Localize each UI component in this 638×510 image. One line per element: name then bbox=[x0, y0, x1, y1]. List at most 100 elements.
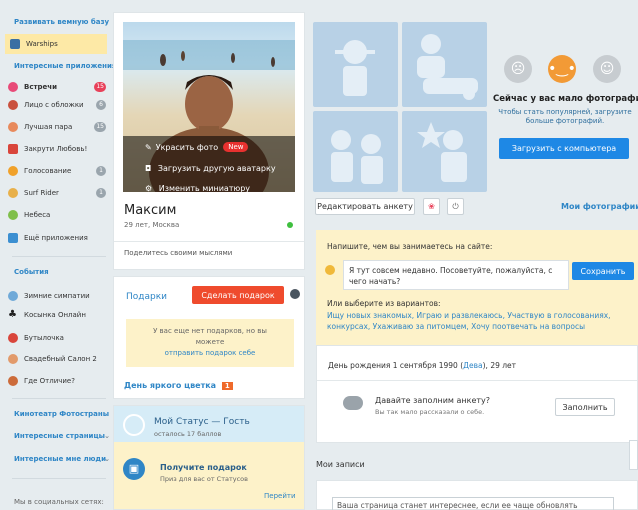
neutral-face-icon: •‿• bbox=[548, 55, 576, 83]
upload-avatar-button[interactable]: ◘ Загрузить другую аватарку bbox=[145, 164, 276, 173]
post-input[interactable]: Ваша страница станет интереснее, если ее… bbox=[332, 497, 614, 510]
sidebar-item-bottle[interactable]: Бутылочка bbox=[8, 329, 108, 347]
link-label: Интересные мне люди bbox=[14, 455, 106, 463]
few-photos-title: Сейчас у вас мало фотографий. bbox=[493, 94, 638, 104]
angel-icon bbox=[8, 210, 18, 220]
send-gift-self-link[interactable]: отправить подарок себе bbox=[126, 348, 294, 359]
gifts-title[interactable]: Подарки bbox=[126, 292, 167, 302]
sidebar-item-heavens[interactable]: Небеса bbox=[8, 206, 108, 224]
brush-icon: ✎ bbox=[145, 142, 152, 152]
status-card: Мой Статус — Гость осталось 17 баллов ▣ … bbox=[113, 405, 305, 510]
no-gifts-text: можете bbox=[195, 338, 225, 346]
left-sidebar: Развивать вемную базу Warships Интересны… bbox=[0, 0, 116, 510]
sidebar-item-more-apps[interactable]: Ещё приложения bbox=[8, 229, 108, 247]
camera-icon: ◘ bbox=[145, 164, 152, 173]
theatre-link[interactable]: Кинотеатр Фотостраны bbox=[14, 410, 109, 418]
no-gifts-text: У вас еще нет подарков, но вы bbox=[153, 327, 267, 335]
status-ring-icon bbox=[123, 414, 145, 436]
sidebar-item-label: Зимние симпатии bbox=[24, 292, 90, 300]
share-thoughts-input[interactable]: Поделитесь своими мыслями bbox=[124, 249, 232, 257]
events-section-title[interactable]: События bbox=[14, 268, 49, 276]
gift-box-icon: ▣ bbox=[123, 458, 145, 480]
activity-options-line[interactable]: конкурсах, Ухаживаю за питомцем, Хочу по… bbox=[327, 322, 585, 331]
sidebar-item-label: Лучшая пара bbox=[24, 123, 73, 131]
sidebar-item-label: Лицо с обложки bbox=[24, 101, 84, 109]
bottle-icon bbox=[8, 144, 18, 154]
sidebar-item-best-pair[interactable]: Лучшая пара 15 bbox=[8, 118, 108, 136]
surf-icon bbox=[8, 188, 18, 198]
count-badge: 15 bbox=[94, 82, 106, 92]
scrollbar[interactable] bbox=[629, 440, 638, 470]
activity-input[interactable]: Я тут совсем недавно. Посоветуйте, пожал… bbox=[343, 260, 569, 290]
happy-face-icon: ☺ bbox=[593, 55, 621, 83]
fill-profile-sub: Вы так мало рассказали о себе. bbox=[375, 408, 485, 416]
flower-day-link[interactable]: День яркого цветка 1 bbox=[124, 381, 233, 390]
comment-icon bbox=[343, 396, 363, 410]
sidebar-divider bbox=[12, 398, 106, 399]
flower-day-label: День яркого цветка bbox=[124, 381, 217, 390]
status-points: осталось 17 баллов bbox=[154, 430, 222, 438]
sidebar-item-warships[interactable]: Warships bbox=[5, 34, 107, 54]
sidebar-item-cover-face[interactable]: Лицо с обложки 6 bbox=[8, 96, 108, 114]
zodiac-link[interactable]: Дева bbox=[463, 361, 483, 370]
face-icon bbox=[8, 100, 18, 110]
few-photos-sub: Чтобы стать популярней, загрузите больше… bbox=[493, 108, 637, 126]
change-thumb-label: Изменить миниатюру bbox=[158, 184, 251, 192]
question-prompt: Напишите, чем вы занимаетесь на сайте: bbox=[327, 242, 493, 251]
apps-section-title[interactable]: Интересные приложения bbox=[14, 62, 116, 70]
or-choose-label: Или выберите из вариантов: bbox=[327, 299, 441, 308]
sidebar-item-voting[interactable]: Голосование 1 bbox=[8, 162, 108, 180]
sidebar-item-label: Косынка Онлайн bbox=[24, 311, 86, 319]
get-gift-title[interactable]: Получите подарок bbox=[160, 463, 247, 472]
social-networks-label: Мы в социальных сетях: bbox=[14, 498, 104, 506]
bottle-icon bbox=[8, 333, 18, 343]
go-link[interactable]: Перейти bbox=[264, 492, 296, 500]
interesting-pages-link[interactable]: Интересные страницы ⌄ bbox=[14, 432, 110, 440]
sidebar-item-label: Warships bbox=[26, 40, 58, 48]
edit-profile-button[interactable]: Редактировать анкету bbox=[315, 198, 415, 215]
power-button[interactable]: ⏻ bbox=[447, 198, 464, 215]
sidebar-item-meetings[interactable]: Встречи 15 bbox=[8, 78, 108, 96]
sidebar-item-spin-love[interactable]: Закрути Любовь! bbox=[8, 140, 108, 158]
change-thumbnail-button[interactable]: ⚙ Изменить миниатюру bbox=[145, 184, 250, 192]
sad-face-icon: ☹ bbox=[504, 55, 532, 83]
few-photos-line: больше фотографий. bbox=[525, 117, 605, 125]
placeholder-illustrations bbox=[331, 34, 478, 184]
interesting-people-link[interactable]: Интересные мне люди ⌄ bbox=[14, 455, 110, 463]
sidebar-item-winter[interactable]: Зимние симпатии bbox=[8, 287, 108, 305]
develop-section-title[interactable]: Развивать вемную базу bbox=[14, 18, 109, 26]
globe-icon[interactable] bbox=[290, 289, 300, 299]
chevron-down-icon: ⌄ bbox=[104, 455, 110, 463]
status-title[interactable]: Мой Статус — Гость bbox=[154, 417, 250, 427]
sidebar-item-label: Голосование bbox=[24, 167, 72, 175]
avatar[interactable]: ✎ Украсить фото New ◘ Загрузить другую а… bbox=[123, 22, 295, 192]
activity-options-line[interactable]: Ищу новых знакомых, Играю и развлекаюсь,… bbox=[327, 311, 611, 320]
decorate-photo-button[interactable]: ✎ Украсить фото New bbox=[145, 142, 249, 152]
sidebar-item-label: Свадебный Салон 2 bbox=[24, 355, 97, 363]
snowflake-icon bbox=[8, 291, 18, 301]
my-photos-link[interactable]: Мои фотографии bbox=[561, 202, 638, 211]
sidebar-item-surf-rider[interactable]: Surf Rider 1 bbox=[8, 184, 108, 202]
sidebar-item-label: Где Отличие? bbox=[24, 377, 75, 385]
photos-section: ☹ •‿• ☺ Сейчас у вас мало фотографий. Чт… bbox=[313, 22, 638, 222]
sidebar-divider bbox=[12, 256, 106, 257]
make-gift-button[interactable]: Сделать подарок bbox=[192, 286, 284, 304]
birthday-suffix: ), 29 лет bbox=[482, 361, 517, 370]
activity-question-card: Напишите, чем вы занимаетесь на сайте: Я… bbox=[316, 230, 638, 345]
sidebar-item-label: Surf Rider bbox=[24, 189, 59, 197]
get-gift-sub: Приз для вас от Статусов bbox=[160, 475, 248, 483]
sidebar-item-wedding[interactable]: Свадебный Салон 2 bbox=[8, 350, 108, 368]
count-badge: 1 bbox=[96, 166, 106, 176]
count-badge: 1 bbox=[96, 188, 106, 198]
sidebar-item-difference[interactable]: Где Отличие? bbox=[8, 372, 108, 390]
sidebar-item-solitaire[interactable]: ♣ Косынка Онлайн bbox=[8, 306, 108, 324]
my-posts-title: Мои записи bbox=[316, 460, 365, 469]
flower-button[interactable]: ❀ bbox=[423, 198, 440, 215]
upload-from-computer-button[interactable]: Загрузить с компьютера bbox=[499, 138, 629, 159]
birthday-line: День рождения 1 сентября 1990 (Дева), 29… bbox=[328, 361, 516, 370]
fill-button[interactable]: Заполнить bbox=[555, 398, 615, 416]
new-badge: New bbox=[223, 142, 249, 152]
sidebar-item-label: Закрути Любовь! bbox=[24, 145, 88, 153]
save-button[interactable]: Сохранить bbox=[572, 262, 634, 280]
divider bbox=[317, 380, 637, 381]
